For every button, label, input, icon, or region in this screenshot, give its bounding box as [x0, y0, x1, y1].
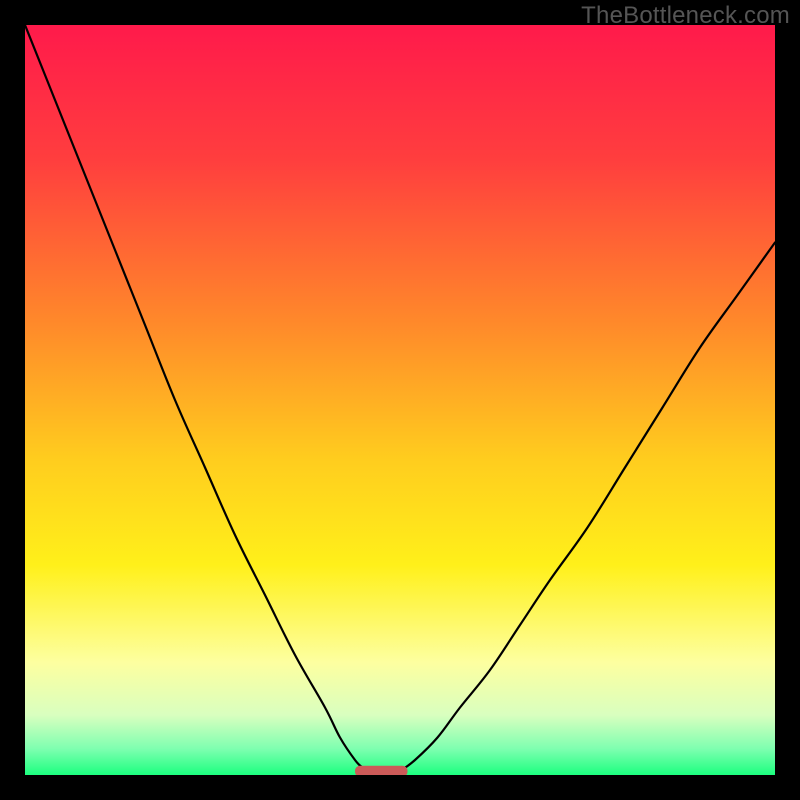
plot-background [25, 25, 775, 775]
watermark-text: TheBottleneck.com [581, 2, 790, 30]
plot-area [25, 25, 775, 775]
chart-svg [25, 25, 775, 775]
chart-frame: TheBottleneck.com [0, 0, 800, 800]
optimum-marker [355, 766, 408, 775]
